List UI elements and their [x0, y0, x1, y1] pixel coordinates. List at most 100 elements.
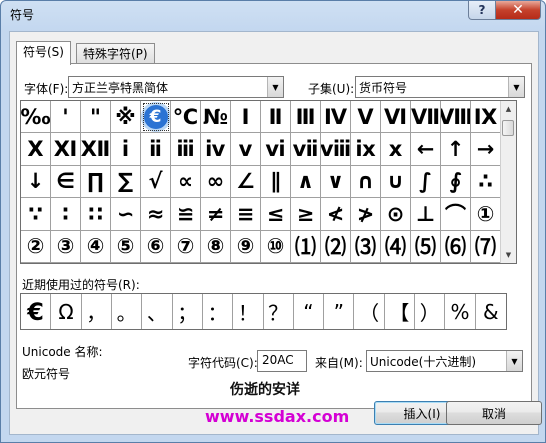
symbol-cell[interactable]: ⑥	[141, 230, 171, 263]
symbol-cell[interactable]: ⑨	[231, 230, 261, 263]
symbol-cell[interactable]: ⊙	[381, 198, 411, 231]
symbol-cell[interactable]: ∥	[261, 165, 291, 199]
symbol-cell[interactable]: ≠	[201, 198, 231, 231]
symbol-cell[interactable]: ⑦	[171, 230, 201, 263]
font-select[interactable]: 方正兰亭特黑简体 ▼	[68, 76, 284, 98]
symbol-cell[interactable]: ⑺	[471, 230, 501, 263]
symbol-cell[interactable]: Ⅸ	[471, 101, 501, 134]
tab-special-characters[interactable]: 特殊字符(P)	[76, 43, 155, 65]
recent-symbol-cell[interactable]: ）	[415, 294, 446, 329]
symbol-cell[interactable]: ⑧	[201, 230, 231, 263]
symbol-cell[interactable]: Ⅰ	[231, 101, 261, 134]
symbol-cell[interactable]: ⑤	[111, 230, 141, 263]
symbol-cell[interactable]: ⑩	[261, 230, 291, 263]
symbol-cell[interactable]: ∶	[51, 198, 81, 231]
scroll-up-icon[interactable]: ▲	[501, 101, 516, 117]
char-code-input[interactable]: 20AC	[257, 350, 307, 372]
symbol-cell[interactable]: √	[141, 165, 171, 199]
symbol-cell-selected[interactable]: €	[141, 101, 171, 134]
symbol-cell[interactable]: ←	[411, 133, 441, 166]
recent-symbol-cell[interactable]: ；	[173, 294, 203, 329]
symbol-cell[interactable]: "	[81, 101, 111, 134]
symbol-cell[interactable]: ⅹ	[381, 133, 411, 166]
symbol-cell[interactable]: ※	[111, 101, 141, 134]
symbol-cell[interactable]: ②	[21, 230, 51, 263]
symbol-cell[interactable]: ∧	[291, 165, 321, 199]
symbol-cell[interactable]: Ⅴ	[351, 101, 381, 134]
symbol-grid-scrollbar[interactable]: ▲ ▼	[500, 101, 516, 263]
symbol-cell[interactable]: ⅳ	[201, 133, 231, 166]
symbol-cell[interactable]: ∵	[21, 198, 51, 231]
symbol-cell[interactable]: Ⅹ	[21, 133, 51, 166]
recent-symbol-cell[interactable]: Ω	[51, 294, 82, 329]
recent-symbol-cell[interactable]: （	[354, 294, 385, 329]
recent-symbol-cell[interactable]: ：	[203, 294, 234, 329]
recent-symbol-cell[interactable]: 、	[142, 294, 173, 329]
symbol-cell[interactable]: ⅸ	[351, 133, 381, 166]
symbol-cell[interactable]: ⅷ	[321, 133, 351, 166]
symbol-cell[interactable]: Ⅺ	[51, 133, 81, 166]
symbol-cell[interactable]: ↑	[441, 133, 471, 166]
symbol-cell[interactable]: ≈	[141, 198, 171, 231]
symbol-cell[interactable]: ⑴	[291, 230, 321, 263]
symbol-cell[interactable]: Ⅵ	[381, 101, 411, 134]
symbol-cell[interactable]: →	[471, 133, 501, 166]
symbol-cell[interactable]: ③	[51, 230, 81, 263]
symbol-cell[interactable]: ‰	[21, 101, 51, 134]
symbol-cell[interactable]: ∈	[51, 165, 81, 199]
symbol-cell[interactable]: ∞	[201, 165, 231, 199]
symbol-cell[interactable]: ∨	[321, 165, 351, 199]
recent-symbol-cell[interactable]: ”	[324, 294, 355, 329]
symbol-cell[interactable]: ∷	[81, 198, 111, 231]
recent-symbol-cell[interactable]: %	[445, 294, 476, 329]
symbol-cell[interactable]: ℃	[171, 101, 201, 134]
recent-symbol-cell[interactable]: €	[21, 294, 52, 329]
recent-symbol-cell[interactable]: “	[294, 294, 325, 329]
symbol-cell[interactable]: ≥	[291, 198, 321, 231]
symbol-cell[interactable]: ①	[471, 198, 501, 231]
symbol-cell[interactable]: ≯	[351, 198, 381, 231]
symbol-cell[interactable]: '	[51, 101, 81, 134]
symbol-cell[interactable]: ∽	[111, 198, 141, 231]
symbol-cell[interactable]: ∴	[471, 165, 501, 199]
symbol-cell[interactable]: ⅶ	[291, 133, 321, 166]
cancel-button[interactable]: 取消	[446, 401, 542, 425]
symbol-cell[interactable]: ∑	[111, 165, 141, 199]
recent-symbol-cell[interactable]: 【	[385, 294, 416, 329]
symbol-cell[interactable]: ⑵	[321, 230, 351, 263]
symbol-cell[interactable]: ⅰ	[111, 133, 141, 166]
symbol-cell[interactable]: ⅲ	[171, 133, 201, 166]
symbol-cell[interactable]: №	[201, 101, 231, 134]
symbol-cell[interactable]: ⊥	[411, 198, 441, 231]
subset-select[interactable]: 货币符号 ▼	[355, 76, 525, 98]
from-select[interactable]: Unicode(十六进制) ▼	[366, 350, 523, 372]
symbol-cell[interactable]: ⑸	[411, 230, 441, 263]
symbol-cell[interactable]: ↓	[21, 165, 51, 199]
symbol-cell[interactable]: ⅴ	[231, 133, 261, 166]
symbol-cell[interactable]: Ⅷ	[441, 101, 471, 134]
symbol-cell[interactable]: Ⅳ	[321, 101, 351, 134]
symbol-cell[interactable]: Ⅶ	[411, 101, 441, 134]
recent-symbol-cell[interactable]: &	[476, 294, 506, 329]
tab-symbols[interactable]: 符号(S)	[16, 41, 71, 65]
symbol-cell[interactable]: ≌	[171, 198, 201, 231]
symbol-cell[interactable]: ∮	[441, 165, 471, 199]
symbol-cell[interactable]: Ⅱ	[261, 101, 291, 134]
symbol-cell[interactable]: ∪	[381, 165, 411, 199]
close-button[interactable]: ✕	[495, 1, 541, 20]
symbol-cell[interactable]: Ⅻ	[81, 133, 111, 166]
scroll-down-icon[interactable]: ▼	[501, 247, 516, 263]
symbol-cell[interactable]: Ⅲ	[291, 101, 321, 134]
symbol-cell[interactable]: ≤	[261, 198, 291, 231]
symbol-cell[interactable]: ∠	[231, 165, 261, 199]
symbol-cell[interactable]: ≮	[321, 198, 351, 231]
recent-symbol-cell[interactable]: 。	[112, 294, 143, 329]
symbol-cell[interactable]: ⑹	[441, 230, 471, 263]
symbol-cell[interactable]: ∏	[81, 165, 111, 199]
symbol-cell[interactable]: ④	[81, 230, 111, 263]
recent-symbol-cell[interactable]: ，	[82, 294, 112, 329]
scroll-thumb[interactable]	[502, 120, 514, 136]
symbol-cell[interactable]: ∝	[171, 165, 201, 199]
symbol-cell[interactable]: ∩	[351, 165, 381, 199]
recent-symbol-cell[interactable]: ？	[264, 294, 294, 329]
